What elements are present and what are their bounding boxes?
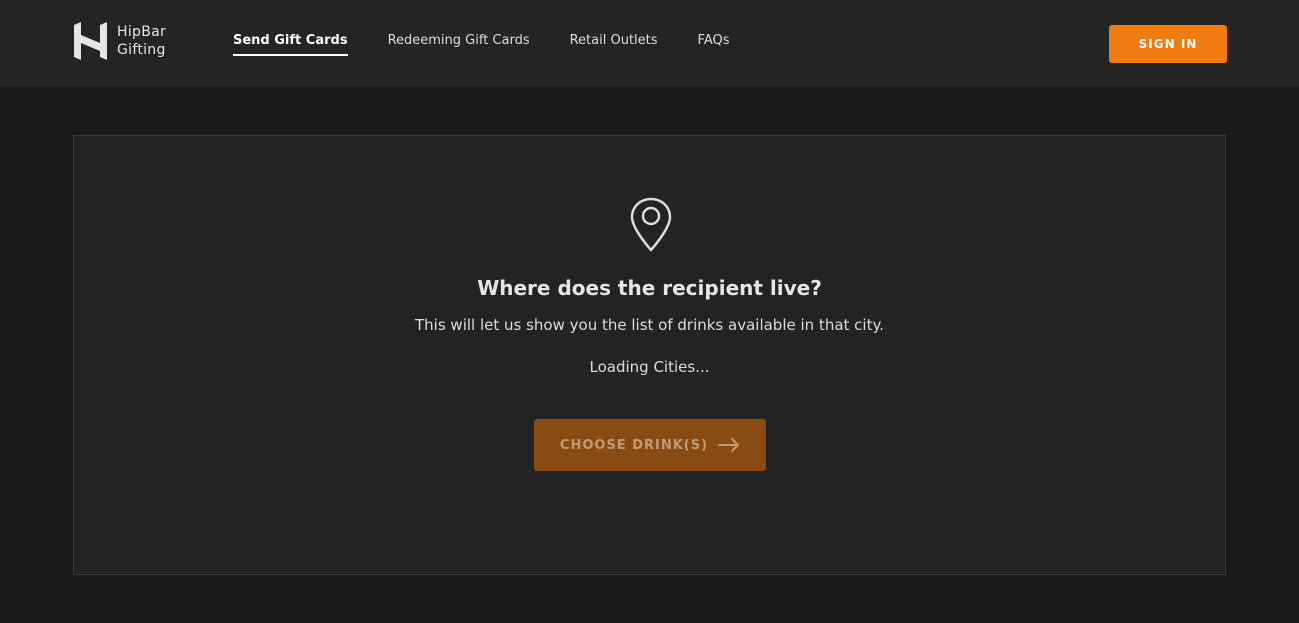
logo-text: HipBar Gifting [117,23,166,59]
nav-redeeming-gift-cards[interactable]: Redeeming Gift Cards [388,30,530,56]
nav-retail-outlets[interactable]: Retail Outlets [570,30,658,56]
logo-line1: HipBar [117,24,167,40]
logo[interactable]: HipBar Gifting [72,21,166,61]
choose-drinks-label: CHOOSE DRINK(S) [559,437,709,453]
loading-cities-status: Loading Cities... [589,358,710,376]
arrow-right-icon [718,438,740,452]
nav-send-gift-cards[interactable]: Send Gift Cards [233,30,348,56]
choose-drinks-button[interactable]: CHOOSE DRINK(S) [534,419,766,471]
recipient-question: Where does the recipient live? [477,276,822,300]
location-pin-icon [630,197,672,252]
nav-faqs[interactable]: FAQs [698,30,730,56]
recipient-subtitle: This will let us show you the list of dr… [415,316,884,334]
logo-line2: Gifting [117,42,166,58]
city-selection-card: Where does the recipient live? This will… [73,135,1226,575]
main-nav: Send Gift Cards Redeeming Gift Cards Ret… [233,30,730,56]
sign-in-button[interactable]: SIGN IN [1109,25,1227,63]
hipbar-logo-icon [74,22,107,60]
top-header: HipBar Gifting Send Gift Cards Redeeming… [0,0,1299,87]
